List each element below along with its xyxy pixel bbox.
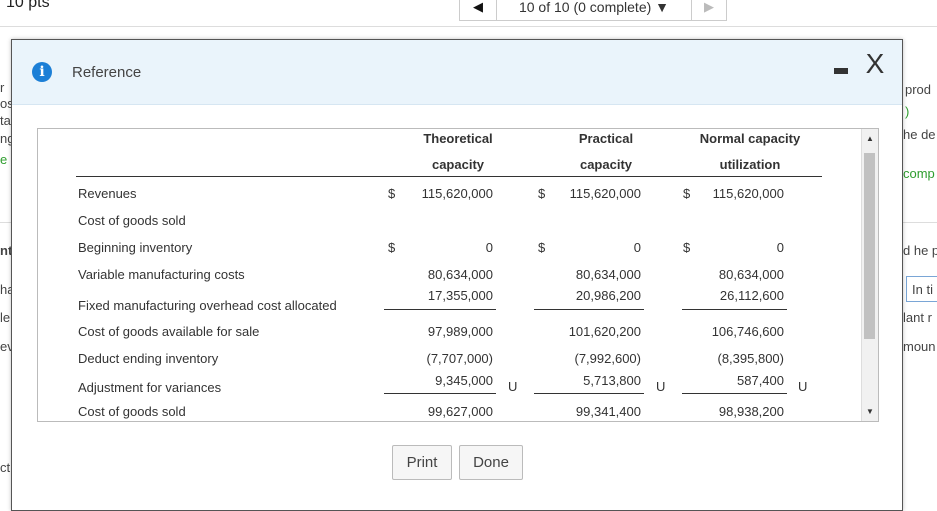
row-label: Beginning inventory bbox=[78, 240, 193, 255]
table-cell: 99,341,400 bbox=[575, 404, 641, 419]
table-cell: 106,746,600 bbox=[711, 324, 784, 339]
close-button[interactable]: X bbox=[860, 50, 890, 80]
dialog-title: Reference bbox=[72, 64, 142, 81]
print-button[interactable]: Print bbox=[392, 445, 452, 480]
table-cell: 98,938,200 bbox=[718, 404, 784, 419]
variance-flag: U bbox=[656, 379, 666, 394]
table-cell: 20,986,200 bbox=[575, 288, 641, 303]
table-cell: (7,707,000) bbox=[426, 351, 494, 366]
bg-text: moun bbox=[903, 339, 936, 354]
subtotal-rule bbox=[384, 393, 496, 394]
scroll-thumb[interactable] bbox=[864, 153, 875, 339]
dropdown-icon[interactable]: ▼ bbox=[655, 0, 669, 15]
bg-text: prod bbox=[905, 82, 932, 97]
table-cell: 587,400 bbox=[737, 373, 784, 388]
row-label: Revenues bbox=[78, 186, 137, 201]
table-cell: 97,989,000 bbox=[427, 324, 493, 339]
subtotal-rule bbox=[682, 393, 787, 394]
subtotal-rule bbox=[384, 309, 496, 310]
table-cell: 115,620,000 bbox=[712, 186, 784, 201]
minimize-button[interactable] bbox=[834, 68, 848, 74]
table-cell: (7,992,600) bbox=[574, 351, 642, 366]
column-header-line2: capacity bbox=[579, 157, 633, 172]
subtotal-rule bbox=[534, 309, 644, 310]
table-cell: 80,634,000 bbox=[427, 267, 493, 282]
question-navigator: ◀ 10 of 10 (0 complete) ▼ ▶ bbox=[459, 0, 727, 21]
next-question-button[interactable]: ▶ bbox=[691, 0, 726, 20]
variance-flag: U bbox=[798, 379, 808, 394]
table-cell: 115,620,000 bbox=[421, 186, 493, 201]
table-cell: 5,713,800 bbox=[583, 373, 641, 388]
divider bbox=[0, 26, 937, 27]
column-header-line2: capacity bbox=[431, 157, 485, 172]
info-icon: i bbox=[32, 62, 52, 82]
column-header-line1: Normal capacity bbox=[699, 131, 801, 146]
table-cell: 80,634,000 bbox=[575, 267, 641, 282]
row-label: Adjustment for variances bbox=[78, 380, 222, 395]
bg-text: lant r bbox=[903, 310, 932, 325]
bg-text: le bbox=[0, 310, 11, 325]
row-label: Cost of goods sold bbox=[78, 404, 186, 419]
row-label: Fixed manufacturing overhead cost alloca… bbox=[78, 298, 337, 313]
row-label: Cost of goods sold bbox=[78, 213, 186, 228]
table-cell: 0 bbox=[776, 240, 784, 255]
bg-text: e bbox=[0, 152, 8, 167]
row-label: Deduct ending inventory bbox=[78, 351, 219, 366]
table-cell: 99,627,000 bbox=[427, 404, 493, 419]
subtotal-rule bbox=[534, 393, 644, 394]
table-cell: 115,620,000 bbox=[569, 186, 641, 201]
bg-text: he de bbox=[903, 127, 936, 142]
previous-question-button[interactable]: ◀ bbox=[460, 0, 497, 20]
row-label: Cost of goods available for sale bbox=[78, 324, 260, 339]
scrollbar[interactable]: ▲ ▼ bbox=[861, 129, 878, 421]
column-header-line2: utilization bbox=[719, 157, 781, 172]
table-cell: 80,634,000 bbox=[718, 267, 784, 282]
table-cell: 9,345,000 bbox=[435, 373, 493, 388]
column-header-line1: Practical bbox=[578, 131, 634, 146]
scroll-down-icon[interactable]: ▼ bbox=[866, 407, 874, 416]
table-cell: 101,620,200 bbox=[568, 324, 641, 339]
reference-table: Theoretical capacity Practical capacity Norm… bbox=[37, 128, 879, 422]
subtotal-rule bbox=[682, 309, 787, 310]
row-label: Variable manufacturing costs bbox=[78, 267, 245, 282]
header-rule bbox=[76, 176, 822, 177]
bg-text: comp bbox=[903, 166, 935, 181]
table-cell: 17,355,000 bbox=[427, 288, 493, 303]
table-cell: (8,395,800) bbox=[717, 351, 785, 366]
table-cell: 26,112,600 bbox=[719, 288, 784, 303]
scroll-up-icon[interactable]: ▲ bbox=[866, 134, 874, 143]
bg-text: ta bbox=[0, 113, 11, 128]
column-header-line1: Theoretical bbox=[423, 131, 493, 146]
bg-text: ) bbox=[905, 104, 910, 119]
bg-text: d he p bbox=[903, 243, 937, 258]
question-status: 10 of 10 (0 complete) ▼ bbox=[518, 0, 670, 15]
table-cell: 0 bbox=[633, 240, 641, 255]
dialog-header: i Reference X bbox=[12, 40, 902, 105]
reference-dialog: i Reference X Theoretical capacity Practic… bbox=[11, 39, 903, 511]
variance-flag: U bbox=[508, 379, 518, 394]
bg-text: ct bbox=[0, 460, 11, 475]
points-label: 10 pts bbox=[6, 0, 50, 11]
done-button[interactable]: Done bbox=[459, 445, 523, 480]
bg-text: In ti bbox=[912, 282, 933, 297]
bg-text: r bbox=[0, 80, 5, 95]
table-cell: 0 bbox=[485, 240, 493, 255]
